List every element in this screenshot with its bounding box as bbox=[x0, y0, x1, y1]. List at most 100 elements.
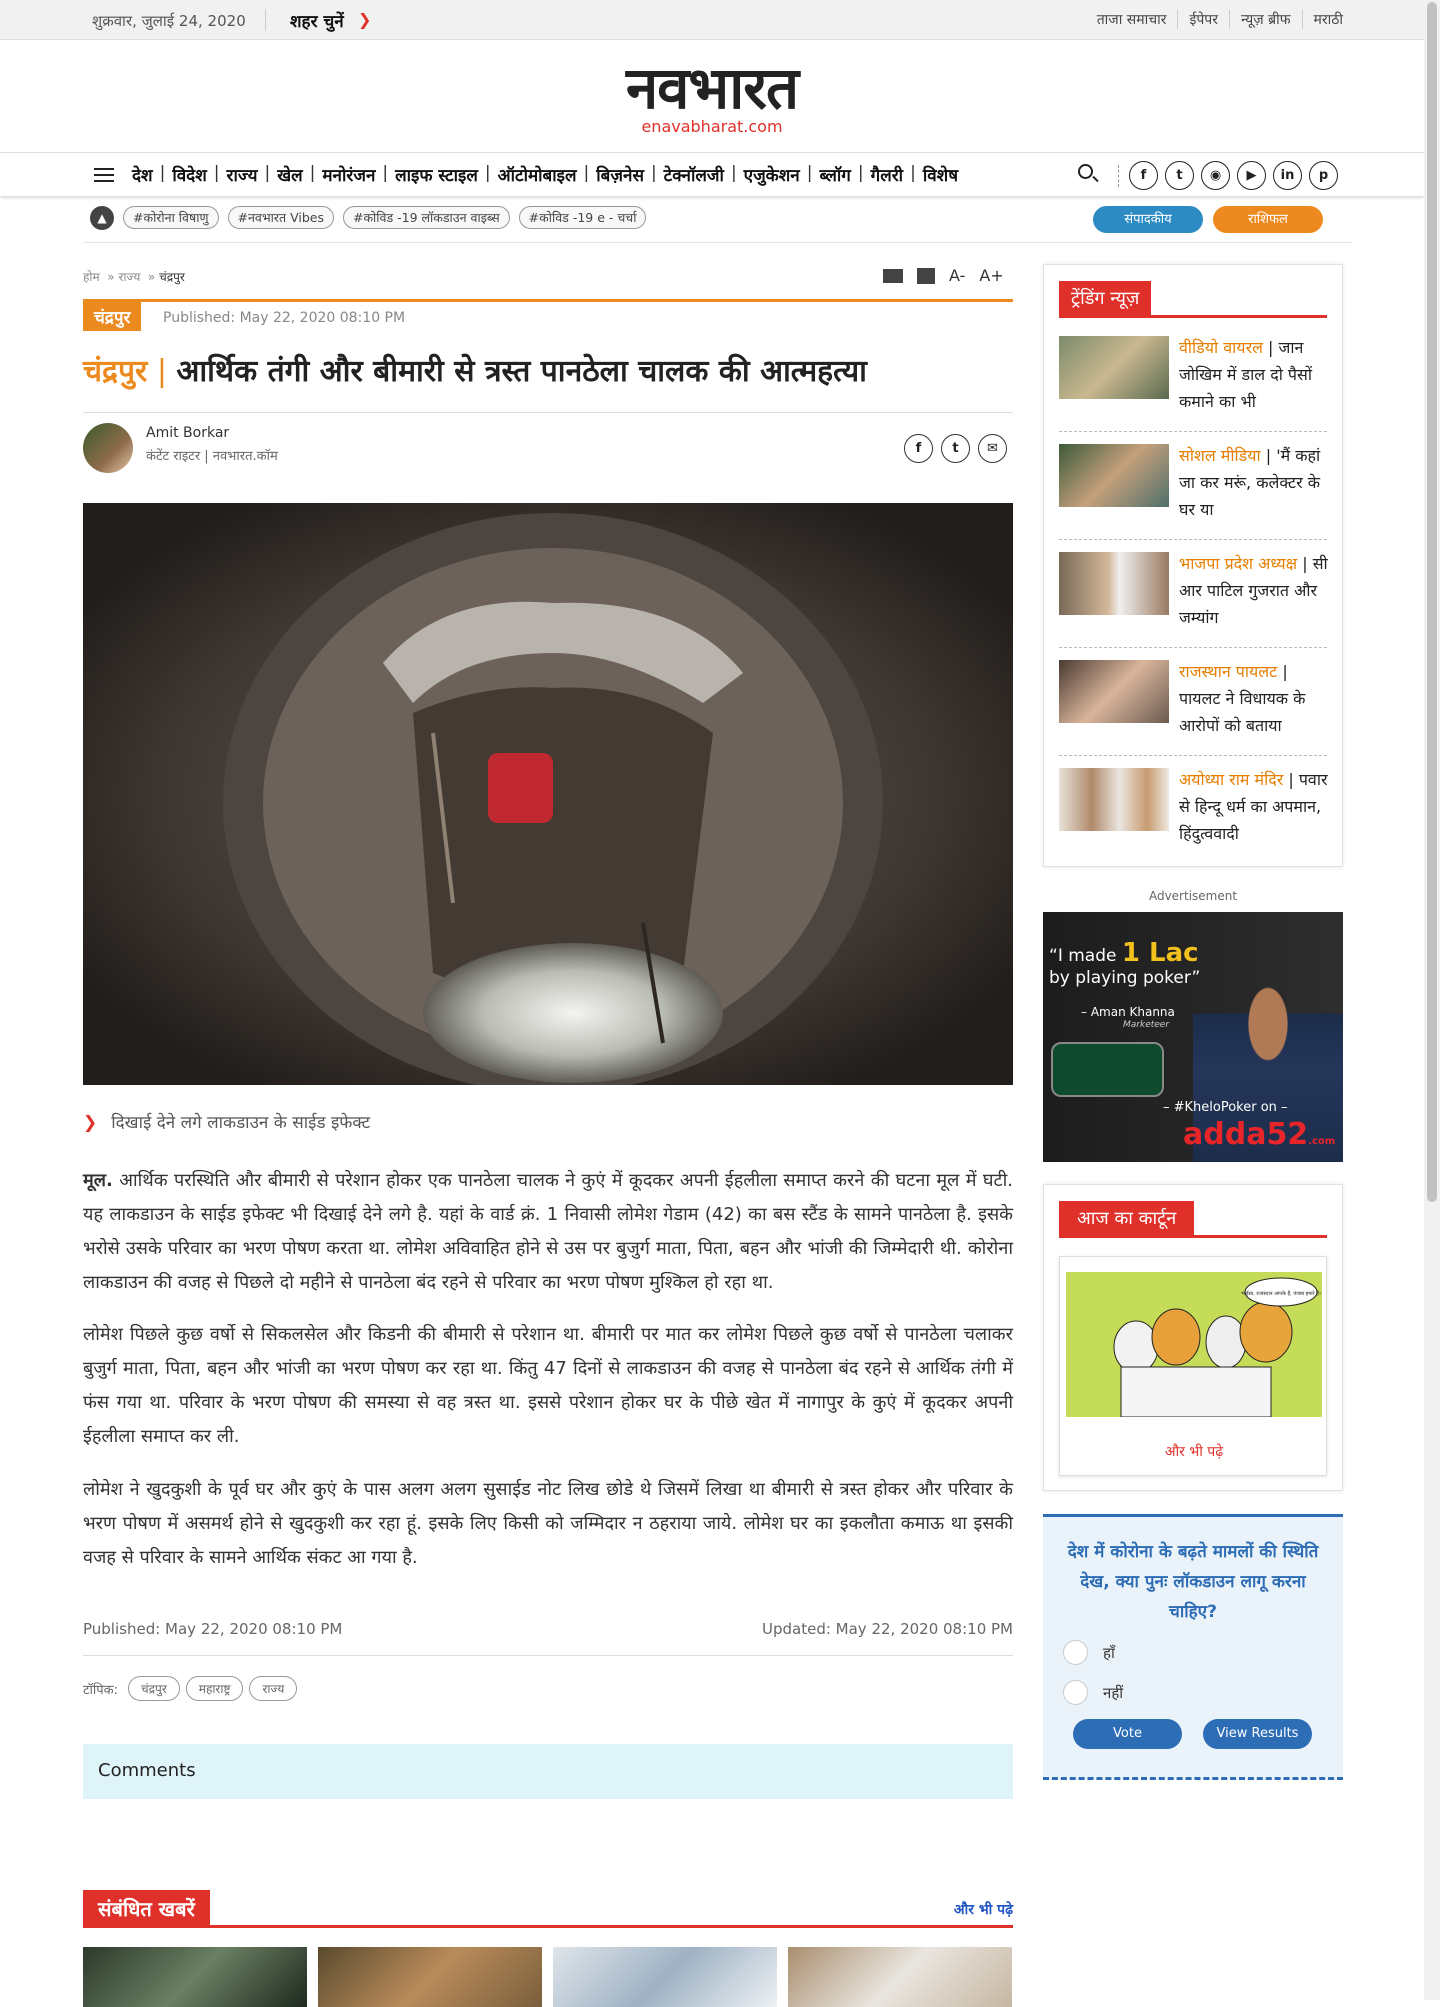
link-epaper[interactable]: ईपेपर bbox=[1177, 10, 1229, 29]
trending-item[interactable]: सोशल मीडिया | 'मैं कहां जा कर मरूं, कलेक… bbox=[1059, 432, 1327, 540]
article-tools: A- A+ bbox=[883, 266, 1004, 285]
cartoon-image[interactable]: भाईसा, राजस्थान आपके हैं, पंजाब हमारे है… bbox=[1066, 1272, 1322, 1417]
scrollbar-thumb[interactable] bbox=[1427, 2, 1437, 1202]
share-facebook-icon[interactable]: f bbox=[904, 434, 933, 463]
linkedin-icon[interactable]: in bbox=[1273, 161, 1302, 190]
tag-item[interactable]: #नवभारत Vibes bbox=[227, 206, 334, 229]
vote-button[interactable]: Vote bbox=[1073, 1719, 1182, 1749]
hamburger-menu-icon[interactable] bbox=[94, 168, 114, 182]
link-marathi[interactable]: मराठी bbox=[1301, 10, 1354, 29]
scrollbar[interactable] bbox=[1424, 0, 1440, 2000]
poll-option-no[interactable]: नहीं bbox=[1063, 1680, 1123, 1705]
twitter-icon[interactable]: t bbox=[1165, 161, 1194, 190]
tag-list: #कोरोना विषाणु #नवभारत Vibes #कोविड -19 … bbox=[123, 206, 655, 229]
site-logo[interactable]: नवभारत enavabharat.com bbox=[0, 55, 1424, 136]
related-thumbnail[interactable] bbox=[318, 1947, 542, 2007]
trending-news-widget: ट्रेंडिंग न्यूज़ वीडियो वायरल | जान जोखि… bbox=[1043, 264, 1343, 867]
city-select[interactable]: शहर चुनें bbox=[290, 9, 344, 32]
top-links: ताजा समाचार ईपेपर न्यूज़ ब्रीफ मराठी bbox=[1086, 10, 1354, 29]
topic-tag[interactable]: महाराष्ट्र bbox=[185, 1676, 244, 1701]
topic-tag[interactable]: राज्य bbox=[249, 1676, 298, 1701]
nav-item-desh[interactable]: देश bbox=[132, 163, 153, 186]
title-category[interactable]: चंद्रपुर bbox=[83, 354, 147, 389]
share-twitter-icon[interactable]: t bbox=[941, 434, 970, 463]
nav-item-education[interactable]: एजुकेशन bbox=[744, 163, 800, 186]
nav-item-gallery[interactable]: गैलरी bbox=[871, 163, 903, 186]
cartoon-more-link[interactable]: और भी पढ़े bbox=[1060, 1442, 1328, 1461]
trending-thumbnail[interactable] bbox=[1059, 336, 1169, 399]
related-thumbnail[interactable] bbox=[553, 1947, 777, 2007]
pinterest-icon[interactable]: p bbox=[1309, 161, 1338, 190]
poker-table-icon bbox=[1051, 1042, 1164, 1097]
chevron-down-icon[interactable]: ❯ bbox=[358, 10, 371, 29]
font-increase-button[interactable]: A+ bbox=[979, 266, 1003, 285]
trending-item[interactable]: अयोध्या राम मंदिर | पवार से हिन्दू धर्म … bbox=[1059, 756, 1328, 864]
view-results-button[interactable]: View Results bbox=[1203, 1719, 1312, 1749]
trending-header: ट्रेंडिंग न्यूज़ bbox=[1059, 281, 1327, 318]
article-dates: Published: May 22, 2020 08:10 PM Updated… bbox=[83, 1620, 1013, 1638]
trending-item[interactable]: वीडियो वायरल | जान जोखिम में डाल दो पैसो… bbox=[1059, 324, 1327, 432]
trending-thumbnail[interactable] bbox=[1059, 444, 1169, 507]
trending-item[interactable]: राजस्थान पायलट | पायलट ने विधायक के आरोप… bbox=[1059, 648, 1327, 756]
nav-item-business[interactable]: बिज़नेस bbox=[596, 163, 644, 186]
email-icon[interactable] bbox=[883, 268, 903, 283]
title-text: आर्थिक तंगी और बीमारी से त्रस्त पानठेला … bbox=[176, 354, 867, 389]
share-buttons: f t ✉ bbox=[904, 434, 1007, 463]
trending-item[interactable]: भाजपा प्रदेश अध्यक्ष | सी आर पाटिल गुजरा… bbox=[1059, 540, 1328, 648]
trending-thumbnail[interactable] bbox=[1059, 660, 1169, 723]
advertisement-banner[interactable]: “I made 1 Lacby playing poker” – Aman Kh… bbox=[1043, 912, 1343, 1162]
trending-kicker: भाजपा प्रदेश अध्यक्ष bbox=[1179, 554, 1298, 573]
trending-thumbnail[interactable] bbox=[1059, 768, 1169, 831]
divider bbox=[83, 1655, 1013, 1656]
logo-site: enavabharat.com bbox=[641, 117, 783, 136]
published-date: Published: May 22, 2020 08:10 PM bbox=[163, 310, 406, 326]
current-date: शुक्रवार, जुलाई 24, 2020 bbox=[92, 12, 246, 30]
article-header: चंद्रपुर Published: May 22, 2020 08:10 P… bbox=[83, 299, 1013, 333]
nav-item-lifestyle[interactable]: लाइफ स्टाइल bbox=[395, 163, 478, 186]
published-bottom: Published: May 22, 2020 08:10 PM bbox=[83, 1620, 343, 1638]
poll-option-yes[interactable]: हाँ bbox=[1063, 1640, 1115, 1665]
poll-question: देश में कोरोना के बढ़ते मामलों की स्थिति… bbox=[1067, 1542, 1319, 1622]
nav-item-technology[interactable]: टेक्नॉलजी bbox=[664, 163, 724, 186]
print-icon[interactable] bbox=[917, 267, 935, 284]
font-decrease-button[interactable]: A- bbox=[949, 266, 965, 285]
tag-item[interactable]: #कोरोना विषाणु bbox=[123, 206, 219, 229]
radio-button[interactable] bbox=[1063, 1680, 1088, 1705]
search-icon[interactable] bbox=[1078, 164, 1093, 179]
nav-item-blog[interactable]: ब्लॉग bbox=[819, 163, 850, 186]
nav-item-vishesh[interactable]: विशेष bbox=[923, 163, 958, 186]
related-thumbnail[interactable] bbox=[83, 1947, 307, 2007]
sampadkiya-button[interactable]: संपादकीय bbox=[1093, 206, 1203, 233]
category-badge[interactable]: चंद्रपुर bbox=[83, 302, 142, 331]
advertisement-label: Advertisement bbox=[1148, 889, 1238, 903]
nav-item-manoranjan[interactable]: मनोरंजन bbox=[322, 163, 375, 186]
link-taza-samachar[interactable]: ताजा समाचार bbox=[1086, 10, 1178, 29]
nav-item-automobile[interactable]: ऑटोमोबाइल bbox=[498, 163, 577, 186]
breadcrumb-home[interactable]: होम bbox=[83, 270, 100, 284]
related-more-link[interactable]: और भी पढ़े bbox=[954, 1900, 1013, 1919]
link-news-brief[interactable]: न्यूज़ ब्रीफ bbox=[1229, 10, 1302, 29]
trending-thumbnail[interactable] bbox=[1059, 552, 1169, 615]
caption-text: दिखाई देने लगे लाकडाउन के साईड इफेक्ट bbox=[111, 1113, 371, 1133]
nav-item-rajya[interactable]: राज्य bbox=[227, 163, 258, 186]
article-hero-image bbox=[83, 503, 1013, 1085]
tag-item[interactable]: #कोविड -19 लॉकडाउन वाइब्स bbox=[342, 206, 510, 229]
instagram-icon[interactable]: ◉ bbox=[1201, 161, 1230, 190]
rashifal-button[interactable]: राशिफल bbox=[1213, 206, 1323, 233]
cartoon-card[interactable]: भाईसा, राजस्थान आपके हैं, पंजाब हमारे है… bbox=[1059, 1256, 1327, 1476]
author-name[interactable]: Amit Borkar bbox=[146, 425, 278, 441]
poll-widget: देश में कोरोना के बढ़ते मामलों की स्थिति… bbox=[1043, 1514, 1343, 1780]
share-email-icon[interactable]: ✉ bbox=[978, 434, 1007, 463]
trending-kicker: वीडियो वायरल bbox=[1179, 338, 1263, 357]
nav-item-videsh[interactable]: विदेश bbox=[172, 163, 206, 186]
tag-item[interactable]: #कोविड -19 e - चर्चा bbox=[518, 206, 647, 229]
topic-tag[interactable]: चंद्रपुर bbox=[128, 1676, 180, 1701]
radio-button[interactable] bbox=[1063, 1640, 1088, 1665]
nav-item-khel[interactable]: खेल bbox=[277, 163, 302, 186]
facebook-icon[interactable]: f bbox=[1129, 161, 1158, 190]
breadcrumb-rajya[interactable]: राज्य bbox=[118, 270, 140, 284]
related-thumbnail[interactable] bbox=[788, 1947, 1012, 2007]
ad-person: – Aman Khanna bbox=[1081, 1005, 1175, 1019]
youtube-icon[interactable]: ▶ bbox=[1237, 161, 1266, 190]
comments-section[interactable]: Comments bbox=[83, 1744, 1013, 1799]
